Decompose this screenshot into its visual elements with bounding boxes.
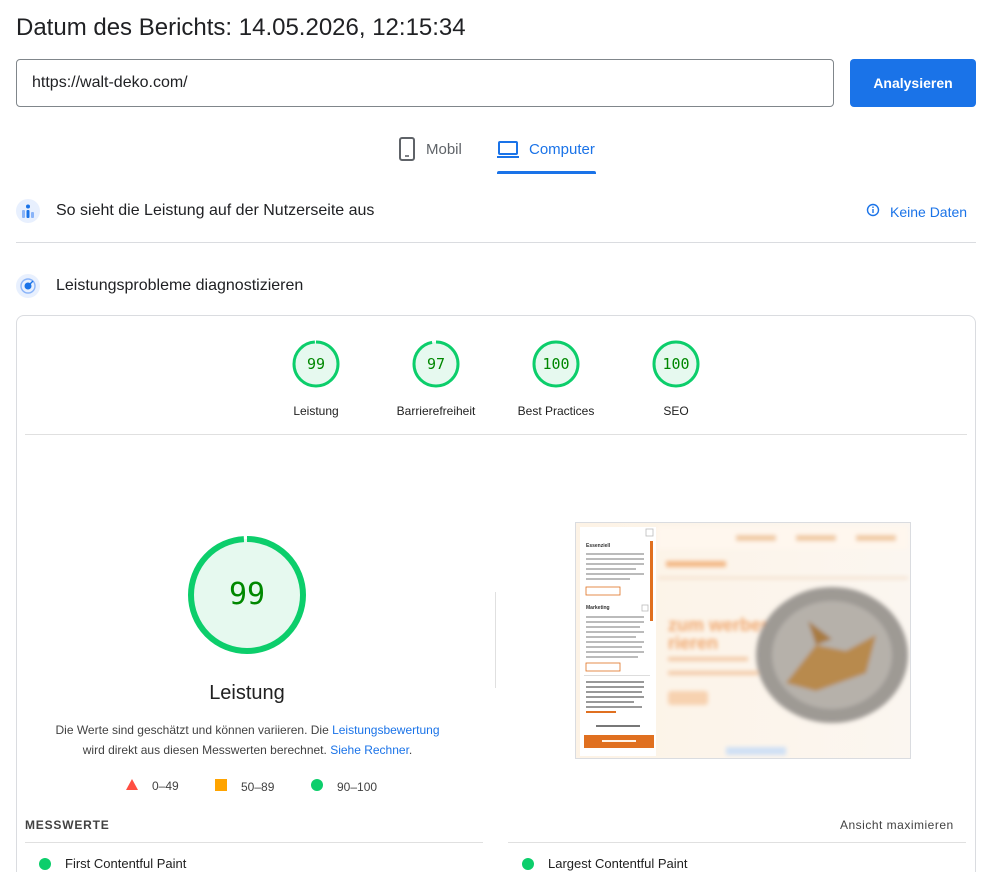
expand-view-button[interactable]: Ansicht maximieren <box>840 818 954 832</box>
metric-label: First Contentful Paint <box>65 856 187 871</box>
legend-range: 90–100 <box>337 779 378 794</box>
disclaimer-end: . <box>408 743 413 757</box>
diagnose-header: Leistungsprobleme diagnostizieren <box>16 274 303 298</box>
pass-dot-icon <box>39 857 51 870</box>
analyze-button[interactable]: Analysieren <box>850 59 976 107</box>
gauge-label: SEO <box>663 404 689 418</box>
metrics-title: MESSWERTE <box>25 818 110 832</box>
metric-lcp[interactable]: Largest Contentful Paint <box>522 856 687 871</box>
metrics-divider-left <box>25 842 483 843</box>
category-gauge-seo[interactable]: 100 SEO <box>616 340 736 418</box>
url-input[interactable] <box>16 59 834 107</box>
score-disclaimer: Die Werte sind geschätzt und können vari… <box>40 720 455 760</box>
legend-range: 50–89 <box>241 779 275 794</box>
triangle-icon <box>126 779 138 793</box>
legend-range: 0–49 <box>152 779 179 793</box>
vertical-separator <box>495 592 496 688</box>
tab-mobile[interactable]: Mobil <box>398 137 462 173</box>
gauge-score: 100 <box>662 355 689 373</box>
metrics-divider-right <box>508 842 966 843</box>
disclaimer-text-1: Die Werte sind geschätzt und können vari… <box>55 723 333 737</box>
tab-desktop[interactable]: Computer <box>497 137 595 173</box>
score-separator <box>25 434 967 435</box>
report-date: Datum des Berichts: 14.05.2026, 12:15:34 <box>16 14 466 41</box>
square-icon <box>215 779 227 794</box>
category-gauge-best-practices[interactable]: 100 Best Practices <box>496 340 616 418</box>
gauge-score: 99 <box>307 355 325 373</box>
diagnose-title: Leistungsprobleme diagnostizieren <box>56 277 304 294</box>
tab-desktop-label: Computer <box>529 141 595 158</box>
people-chart-icon <box>16 199 40 223</box>
gauge-ring: 99 <box>292 340 340 388</box>
field-data-title: So sieht die Leistung auf der Nutzerseit… <box>56 202 375 219</box>
category-gauge-performance[interactable]: 99 Leistung <box>256 340 376 418</box>
section-divider <box>16 242 976 243</box>
svg-text:rieren: rieren <box>668 633 718 653</box>
tab-mobile-label: Mobil <box>426 141 462 158</box>
active-tab-indicator <box>497 171 596 174</box>
metric-label: Largest Contentful Paint <box>548 856 688 871</box>
no-data-label: Keine Daten <box>890 203 968 220</box>
laptop-icon <box>497 137 519 165</box>
gauge-score: 97 <box>427 355 445 373</box>
gauge-ring: 100 <box>652 340 700 388</box>
metric-fcp[interactable]: First Contentful Paint <box>39 856 186 871</box>
radar-icon <box>16 274 40 298</box>
svg-text:Essenziell: Essenziell <box>586 543 611 549</box>
circle-icon <box>311 779 323 794</box>
calculator-link[interactable]: Siehe Rechner <box>330 743 409 757</box>
gauge-ring: 97 <box>412 340 460 388</box>
no-data-link[interactable]: Keine Daten <box>866 203 967 220</box>
legend-pass: 90–100 <box>311 779 377 794</box>
disclaimer-text-2: wird direkt aus diesen Messwerten berech… <box>82 743 331 757</box>
svg-text:zum werben: zum werben <box>668 615 772 635</box>
page-screenshot-thumbnail[interactable]: zum werben rieren Essenziell Marketing <box>575 522 911 759</box>
gauge-score: 100 <box>542 355 569 373</box>
smartphone-icon <box>398 137 416 165</box>
info-icon <box>866 203 880 220</box>
performance-label: Leistung <box>209 682 285 704</box>
pass-dot-icon <box>522 857 534 870</box>
gauge-label: Leistung <box>293 404 339 418</box>
gauge-ring: 100 <box>532 340 580 388</box>
category-gauge-accessibility[interactable]: 97 Barrierefreiheit <box>376 340 496 418</box>
screenshot-image: zum werben rieren Essenziell Marketing <box>576 523 910 758</box>
legend-fail: 0–49 <box>126 779 179 793</box>
legend-average: 50–89 <box>215 779 274 794</box>
gauge-label: Barrierefreiheit <box>396 404 476 418</box>
performance-gauge: 99 <box>188 536 306 654</box>
gauge-label: Best Practices <box>517 404 595 418</box>
svg-text:Marketing: Marketing <box>586 605 610 611</box>
performance-score: 99 <box>229 577 265 612</box>
field-data-header: So sieht die Leistung auf der Nutzerseit… <box>16 199 374 223</box>
score-calculation-link[interactable]: Leistungsbewertung <box>332 723 439 737</box>
